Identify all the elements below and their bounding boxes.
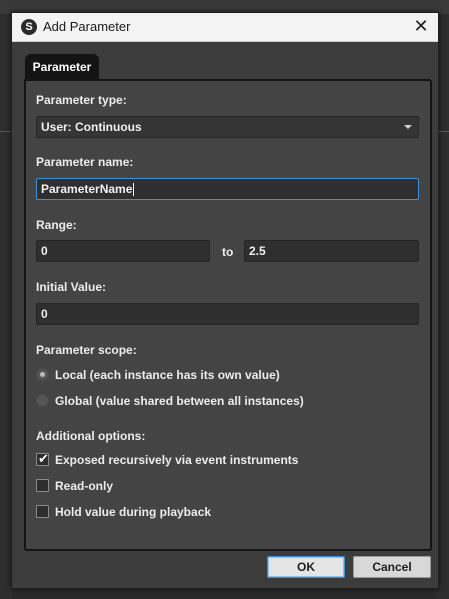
exposed-recursively-checkbox[interactable]: ✔ Exposed recursively via event instrume… <box>36 451 416 468</box>
scope-global-radio[interactable]: Global (value shared between all instanc… <box>36 393 416 409</box>
add-parameter-dialog: S Add Parameter ✕ Parameter Parameter ty… <box>11 12 439 589</box>
parameter-type-dropdown[interactable]: User: Continuous <box>36 116 419 138</box>
range-max-input[interactable]: 2.5 <box>244 240 419 262</box>
ok-button[interactable]: OK <box>267 556 345 578</box>
window-title: Add Parameter <box>43 19 131 34</box>
hold-value-checkbox[interactable]: Hold value during playback <box>36 504 416 520</box>
parameter-type-value: User: Continuous <box>41 120 142 134</box>
fmod-logo-icon: S <box>21 19 37 35</box>
checkbox-unchecked-icon <box>36 479 49 492</box>
radio-selected-icon <box>36 368 49 381</box>
checkbox-unchecked-icon <box>36 505 49 518</box>
read-only-label: Read-only <box>55 479 114 493</box>
parameter-name-label: Parameter name: <box>36 155 134 169</box>
parameter-scope-label: Parameter scope: <box>36 343 137 357</box>
parameter-name-input[interactable]: ParameterName <box>36 178 419 200</box>
additional-options-label: Additional options: <box>36 429 146 443</box>
scope-local-label: Local (each instance has its own value) <box>55 368 280 382</box>
range-min-input[interactable]: 0 <box>36 240 210 262</box>
radio-unselected-icon <box>36 394 49 407</box>
checkbox-checked-icon: ✔ <box>36 451 49 466</box>
checkmark-icon: ✔ <box>38 451 49 466</box>
parameter-name-value: ParameterName <box>41 182 133 196</box>
parameter-panel: Parameter type: User: Continuous Paramet… <box>24 79 432 551</box>
scope-global-label: Global (value shared between all instanc… <box>55 394 304 408</box>
exposed-recursively-label: Exposed recursively via event instrument… <box>55 453 299 467</box>
initial-value-label: Initial Value: <box>36 280 107 294</box>
scope-local-radio[interactable]: Local (each instance has its own value) <box>36 367 416 383</box>
range-label: Range: <box>36 218 77 232</box>
range-to-label: to <box>222 245 234 259</box>
initial-value-input[interactable]: 0 <box>36 303 419 325</box>
hold-value-label: Hold value during playback <box>55 505 212 519</box>
chevron-down-icon <box>404 125 412 129</box>
text-caret <box>133 183 135 197</box>
tab-parameter[interactable]: Parameter <box>25 54 99 80</box>
cancel-button[interactable]: Cancel <box>353 556 431 578</box>
parameter-type-label: Parameter type: <box>36 93 127 107</box>
close-button[interactable]: ✕ <box>404 13 438 41</box>
read-only-checkbox[interactable]: Read-only <box>36 478 416 494</box>
window-titlebar[interactable]: S Add Parameter ✕ <box>12 13 438 42</box>
